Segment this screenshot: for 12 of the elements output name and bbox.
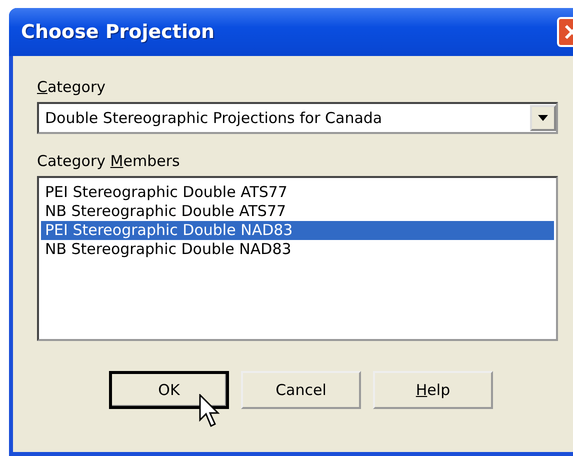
list-item[interactable]: NB Stereographic Double ATS77 bbox=[41, 202, 554, 221]
list-item[interactable]: PEI Stereographic Double NAD83 bbox=[41, 221, 554, 240]
category-label: Category bbox=[37, 78, 106, 96]
list-item[interactable]: PEI Stereographic Double ATS77 bbox=[41, 183, 554, 202]
members-label: Category Members bbox=[37, 152, 180, 170]
window-title: Choose Projection bbox=[21, 21, 215, 43]
dialog-button[interactable]: Cancel bbox=[241, 371, 361, 409]
list-item[interactable]: NB Stereographic Double NAD83 bbox=[41, 240, 554, 259]
dialog-button[interactable]: Help bbox=[373, 371, 493, 409]
dialog-button[interactable]: OK bbox=[109, 371, 229, 409]
category-dropdown[interactable]: Double Stereographic Projections for Canada bbox=[37, 102, 558, 134]
mouse-pointer-icon bbox=[199, 394, 221, 428]
